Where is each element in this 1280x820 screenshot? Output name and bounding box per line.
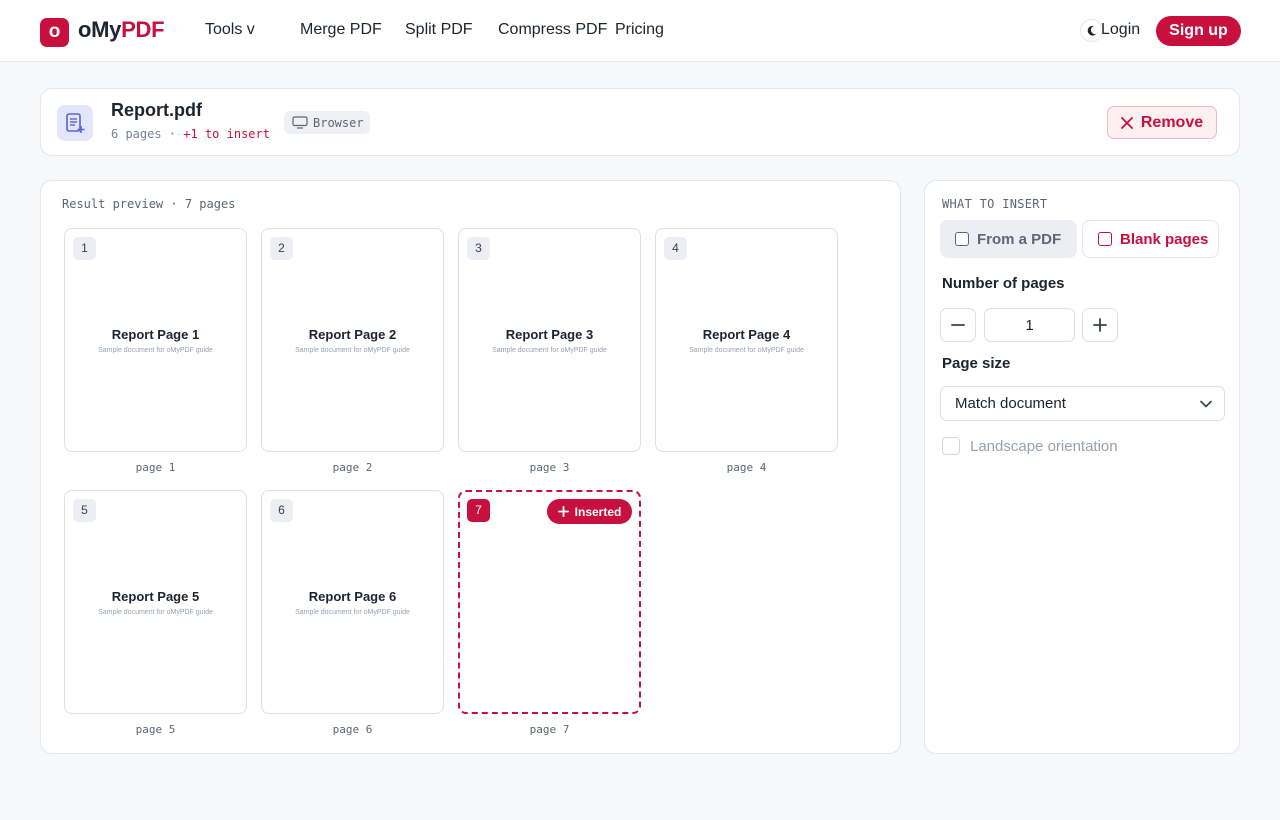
number-of-pages-label: Number of pages	[942, 275, 1065, 292]
page-title: Report Page 3	[505, 327, 594, 342]
page-number-badge: 5	[73, 499, 96, 522]
nav-tools-menu[interactable]: Tools v	[205, 21, 255, 39]
page-thumbnail[interactable]: 5 Report Page 5 Sample document for oMyP…	[64, 490, 247, 714]
nav-merge-pdf[interactable]: Merge PDF	[300, 21, 382, 39]
close-icon	[1120, 116, 1133, 129]
page-thumbnail[interactable]: 3 Report Page 3 Sample document for oMyP…	[458, 228, 641, 452]
inserted-page-thumbnail[interactable]: 7 Inserted	[458, 490, 641, 714]
increment-pages-button[interactable]	[1082, 308, 1118, 342]
file-card: Report.pdf 6 pages · +1 to insert Browse…	[40, 88, 1240, 156]
document-add-icon	[57, 105, 93, 141]
login-link[interactable]: Login	[1101, 21, 1140, 39]
page-title: Report Page 2	[308, 327, 397, 342]
page-caption: page 6	[332, 723, 373, 736]
landscape-orientation-toggle[interactable]: Landscape orientation	[942, 437, 1118, 455]
minus-icon	[951, 324, 965, 326]
page-caption: page 5	[135, 723, 176, 736]
decrement-pages-button[interactable]	[940, 308, 976, 342]
page-number-badge: 1	[73, 237, 96, 260]
monitor-icon	[292, 116, 308, 129]
page-subtitle: Sample document for oMyPDF guide	[295, 609, 410, 616]
page-subtitle: Sample document for oMyPDF guide	[98, 609, 213, 616]
file-meta: 6 pages · +1 to insert	[111, 127, 270, 141]
page-number-badge: 3	[467, 237, 490, 260]
nav-compress-pdf[interactable]: Compress PDF	[498, 21, 607, 39]
page-size-select[interactable]: Match document	[940, 386, 1225, 421]
page-number-badge: 7	[467, 499, 490, 522]
option-checkbox	[955, 232, 969, 246]
page-subtitle: Sample document for oMyPDF guide	[492, 347, 607, 354]
landscape-checkbox[interactable]	[942, 437, 960, 455]
sign-up-button[interactable]: Sign up	[1156, 16, 1241, 46]
remove-file-button[interactable]: Remove	[1107, 106, 1217, 139]
page-size-label: Page size	[942, 355, 1011, 372]
option-from-pdf-label: From a PDF	[977, 230, 1062, 248]
option-blank-pages[interactable]: Blank pages	[1082, 220, 1219, 258]
page-caption: page 4	[726, 461, 767, 474]
page-title: Report Page 5	[111, 589, 200, 604]
logo-wordmark[interactable]: oMyPDF	[78, 17, 165, 43]
chevron-down-icon	[1200, 400, 1212, 407]
insert-settings-panel: WHAT TO INSERT From a PDF Blank pages Nu…	[924, 180, 1240, 754]
logo-badge[interactable]: o	[40, 18, 69, 47]
logo-text-oMy: oMy	[78, 17, 122, 42]
page-size-value: Match document	[955, 395, 1066, 412]
nav-split-pdf[interactable]: Split PDF	[405, 21, 473, 39]
page-caption: page 7	[529, 723, 570, 736]
source-label: Browser	[313, 115, 364, 130]
nav-pricing[interactable]: Pricing	[615, 21, 664, 39]
meta-separator: ·	[161, 127, 184, 141]
top-navbar: o oMyPDF Tools v Merge PDF Split PDF Com…	[0, 0, 1280, 62]
page-number-badge: 2	[270, 237, 293, 260]
logo-text-pdf: PDF	[121, 17, 165, 42]
insert-count: +1 to insert	[183, 127, 270, 141]
page-caption: page 3	[529, 461, 570, 474]
inserted-badge-label: Inserted	[574, 504, 622, 519]
theme-toggle-button[interactable]	[1080, 19, 1103, 42]
remove-label: Remove	[1140, 113, 1204, 131]
plus-icon	[1093, 318, 1107, 332]
page-number-badge: 6	[270, 499, 293, 522]
preview-label: Result preview · 7 pages	[62, 197, 236, 211]
landscape-label: Landscape orientation	[970, 437, 1118, 455]
page-caption: page 2	[332, 461, 373, 474]
page-title: Report Page 4	[702, 327, 791, 342]
option-from-pdf[interactable]: From a PDF	[940, 220, 1077, 258]
page-title: Report Page 6	[308, 589, 397, 604]
option-blank-pages-label: Blank pages	[1120, 230, 1209, 248]
page-caption: page 1	[135, 461, 176, 474]
page-title: Report Page 1	[111, 327, 200, 342]
what-to-insert-label: WHAT TO INSERT	[942, 197, 1048, 211]
file-page-count: 6 pages	[111, 127, 162, 141]
source-chip: Browser	[284, 111, 370, 134]
page-subtitle: Sample document for oMyPDF guide	[689, 347, 804, 354]
option-checkbox	[1098, 232, 1112, 246]
plus-icon	[557, 506, 569, 517]
page-number-badge: 4	[664, 237, 687, 260]
moon-icon	[1087, 25, 1097, 36]
page-thumbnail[interactable]: 6 Report Page 6 Sample document for oMyP…	[261, 490, 444, 714]
page-subtitle: Sample document for oMyPDF guide	[98, 347, 213, 354]
page-thumbnail[interactable]: 1 Report Page 1 Sample document for oMyP…	[64, 228, 247, 452]
inserted-badge: Inserted	[547, 499, 632, 524]
number-of-pages-input[interactable]	[984, 308, 1075, 342]
result-preview-panel: Result preview · 7 pages 1 Report Page 1…	[40, 180, 901, 754]
page-subtitle: Sample document for oMyPDF guide	[295, 347, 410, 354]
page-thumbnail[interactable]: 2 Report Page 2 Sample document for oMyP…	[261, 228, 444, 452]
file-name: Report.pdf	[111, 100, 202, 120]
page-thumbnail[interactable]: 4 Report Page 4 Sample document for oMyP…	[655, 228, 838, 452]
